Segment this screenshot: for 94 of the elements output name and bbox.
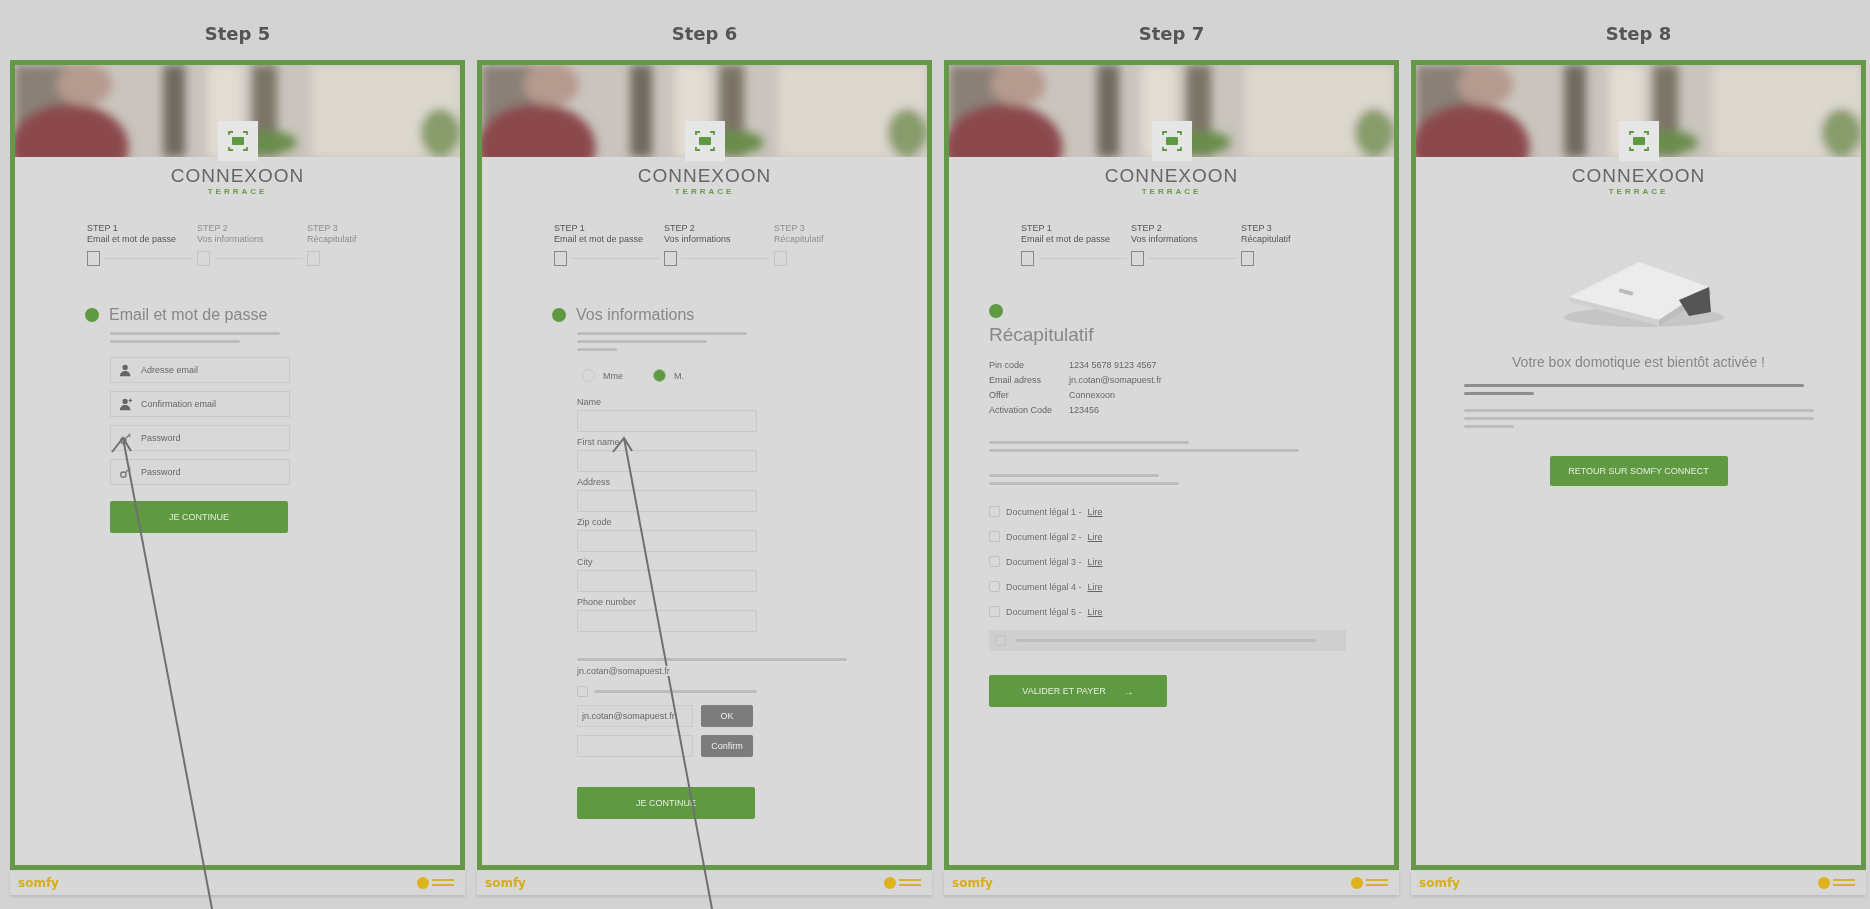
step-label: Vos informations [1131,234,1198,245]
field-label: Phone number [577,597,638,607]
email-field[interactable]: jn.cotan@somapuest.fr [577,705,693,727]
step-title: Step 7 [1137,22,1206,46]
document-label: Document légal 2 - [1006,531,1082,542]
step-label: Vos informations [197,234,264,245]
footer-logo: somfy [952,876,993,890]
brand-subtitle: TERRACE [1608,187,1669,197]
back-button[interactable]: RETOUR SUR SOMFY CONNECT [1549,456,1728,486]
step-number: STEP 1 [554,223,585,234]
step-title: Step 6 [670,22,739,46]
field-label: Address [577,477,612,487]
summary-value: 123456 [1069,405,1101,415]
step-number: STEP 1 [87,223,118,234]
device-icon [1618,121,1659,161]
summary-value: 1234 5678 9123 4567 [1069,360,1158,370]
input-field[interactable] [577,450,757,472]
input-field[interactable] [577,610,757,632]
section-heading: Vos informations [576,306,695,324]
input-field[interactable] [577,570,757,592]
summary-label: Activation Code [989,405,1054,415]
footer-logo: somfy [485,876,526,890]
footer-logo: somfy [18,876,59,890]
badge-icon [417,876,457,890]
confirmation-title: Votre box domotique est bientôt activée ! [1512,354,1765,370]
brand-name: CONNEXOON [637,165,772,187]
input-field[interactable]: Password [110,425,290,451]
step-label: Récapitulatif [774,234,824,245]
brand-name: CONNEXOON [1571,165,1706,187]
step-label: Email et mot de passe [554,234,644,245]
continue-button[interactable]: JE CONTINUE [110,501,288,533]
field-label: City [577,557,594,567]
device-icon [217,121,258,161]
email-text: jn.cotan@somapuest.fr [577,666,672,676]
document-label: Document légal 1 - [1006,506,1082,517]
confirm-button[interactable]: Confirm [701,735,753,757]
blurred-text-drawing [1464,392,1534,395]
step-number: STEP 1 [1021,223,1052,234]
device-icon [684,121,725,161]
step-number: STEP 2 [197,223,228,234]
field-label: First name [577,437,621,447]
badge-icon [1818,876,1858,890]
section-icon [552,308,566,322]
field-label: Zip code [577,517,613,527]
document-label: Document légal 4 - [1006,581,1082,592]
step-label: Email et mot de passe [87,234,177,245]
confirm-button[interactable]: OK [701,705,753,727]
step-number: STEP 3 [307,223,338,234]
brand-name: CONNEXOON [1104,165,1239,187]
input-field[interactable]: Adresse email [110,357,290,383]
device-icon [1151,121,1192,161]
input-field[interactable]: Confirmation email [110,391,290,417]
section-icon [989,304,1003,318]
continue-button[interactable]: JE CONTINUE [577,787,755,819]
step-label: Récapitulatif [307,234,357,245]
step-title: Step 8 [1604,22,1673,46]
summary-label: Email adress [989,375,1043,385]
step-label: Email et mot de passe [1021,234,1111,245]
step-label: Récapitulatif [1241,234,1291,245]
section-heading: Récapitulatif [989,324,1094,346]
read-link[interactable]: Lire [1087,581,1103,592]
document-label: Document légal 3 - [1006,556,1082,567]
radio-option[interactable]: Mme [582,369,623,382]
step-number: STEP 2 [1131,223,1162,234]
badge-icon [884,876,924,890]
read-link[interactable]: Lire [1087,506,1103,517]
step-title: Step 5 [203,22,272,46]
read-link[interactable]: Lire [1087,531,1103,542]
brand-subtitle: TERRACE [1141,187,1202,197]
summary-value: Connexoon [1069,390,1117,400]
footer-logo: somfy [1419,876,1460,890]
email-field[interactable] [577,735,693,757]
read-link[interactable]: Lire [1087,606,1103,617]
summary-label: Offer [989,390,1010,400]
brand-name: CONNEXOON [170,165,305,187]
field-label: Name [577,397,602,407]
step-number: STEP 3 [1241,223,1272,234]
read-link[interactable]: Lire [1087,556,1103,567]
summary-value: jn.cotan@somapuest.fr [1069,375,1162,385]
summary-label: Pin code [989,360,1026,370]
step-number: STEP 2 [664,223,695,234]
input-field[interactable] [577,530,757,552]
badge-icon [1351,876,1391,890]
brand-subtitle: TERRACE [207,187,268,197]
input-field[interactable]: Password [110,459,290,485]
section-heading: Email et mot de passe [109,306,268,324]
section-icon [85,308,99,322]
step-number: STEP 3 [774,223,805,234]
radio-option[interactable]: M. [653,369,684,382]
step-label: Vos informations [664,234,731,245]
document-label: Document légal 5 - [1006,606,1082,617]
brand-subtitle: TERRACE [674,187,735,197]
pay-button[interactable]: VALIDER ET PAYER → [989,675,1167,707]
input-field[interactable] [577,490,757,512]
